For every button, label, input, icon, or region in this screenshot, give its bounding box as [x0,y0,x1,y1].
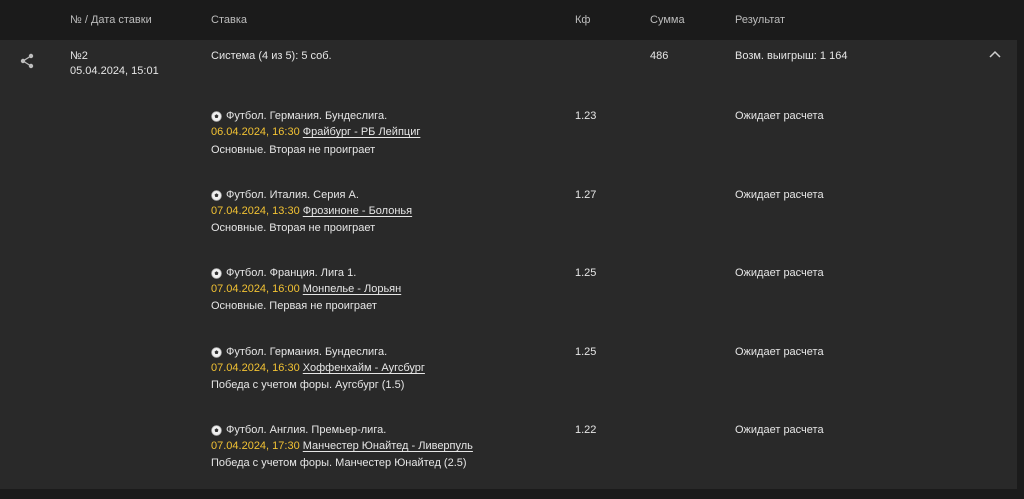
match-link[interactable]: Хоффенхайм - Аугсбург [303,362,425,374]
event-when: 07.04.2024, 16:00 Монпелье - Лорьян [211,283,401,295]
share-icon[interactable] [19,53,35,69]
league-label: Футбол. Италия. Серия А. [226,189,359,201]
match-link[interactable]: Манчестер Юнайтед - Ливерпуль [303,440,473,452]
event-coef: 1.25 [575,267,597,279]
league-label: Футбол. Германия. Бундеслига. [226,346,388,358]
event-datetime: 07.04.2024, 16:00 [211,283,300,295]
col-coef: Кф [575,14,591,26]
match-link[interactable]: Фрозиноне - Болонья [303,205,412,217]
soccer-ball-icon [211,346,222,358]
league-label: Футбол. Англия. Премьер-лига. [226,424,387,436]
event-market: Победа с учетом форы. Аугсбург (1.5) [211,379,405,391]
bet-panel [0,40,1017,489]
event-market: Основные. Вторая не проиграет [211,144,376,156]
event-when: 07.04.2024, 13:30 Фрозиноне - Болонья [211,205,412,217]
soccer-ball-icon [211,267,222,279]
event-league: Футбол. Германия. Бундеслига. [211,110,387,122]
bet-number: №2 [70,50,88,62]
col-result: Результат [735,14,786,26]
event-coef: 1.22 [575,424,597,436]
event-market: Основные. Первая не проиграет [211,300,377,312]
col-sum: Сумма [650,14,685,26]
col-bet: Ставка [211,14,247,26]
col-number-date: № / Дата ставки [70,14,152,26]
chevron-up-icon[interactable] [989,50,1001,58]
event-when: 06.04.2024, 16:30 Фрайбург - РБ Лейпциг [211,126,420,138]
league-label: Футбол. Франция. Лига 1. [226,267,357,279]
bet-type: Система (4 из 5): 5 соб. [211,50,332,62]
soccer-ball-icon [211,189,222,201]
event-datetime: 07.04.2024, 17:30 [211,440,300,452]
match-link[interactable]: Монпелье - Лорьян [303,283,401,295]
event-datetime: 06.04.2024, 16:30 [211,126,300,138]
soccer-ball-icon [211,110,222,122]
bet-date: 05.04.2024, 15:01 [70,65,159,77]
event-datetime: 07.04.2024, 16:30 [211,362,300,374]
event-market: Победа с учетом форы. Манчестер Юнайтед … [211,457,467,469]
event-coef: 1.27 [575,189,597,201]
league-label: Футбол. Германия. Бундеслига. [226,110,388,122]
match-link[interactable]: Фрайбург - РБ Лейпциг [303,126,421,138]
event-league: Футбол. Франция. Лига 1. [211,267,356,279]
event-league: Футбол. Германия. Бундеслига. [211,346,387,358]
event-status: Ожидает расчета [735,424,824,436]
soccer-ball-icon [211,424,222,436]
event-status: Ожидает расчета [735,267,824,279]
event-market: Основные. Вторая не проиграет [211,222,376,234]
event-league: Футбол. Англия. Премьер-лига. [211,424,386,436]
event-when: 07.04.2024, 16:30 Хоффенхайм - Аугсбург [211,362,425,374]
bet-sum: 486 [650,50,669,62]
event-coef: 1.25 [575,346,597,358]
event-status: Ожидает расчета [735,189,824,201]
event-status: Ожидает расчета [735,346,824,358]
possible-win: Возм. выигрыш: 1 164 [735,50,848,62]
event-status: Ожидает расчета [735,110,824,122]
event-datetime: 07.04.2024, 13:30 [211,205,300,217]
event-when: 07.04.2024, 17:30 Манчестер Юнайтед - Ли… [211,440,473,452]
event-coef: 1.23 [575,110,597,122]
table-header: № / Дата ставки Ставка Кф Сумма Результа… [0,0,1024,40]
event-league: Футбол. Италия. Серия А. [211,189,359,201]
